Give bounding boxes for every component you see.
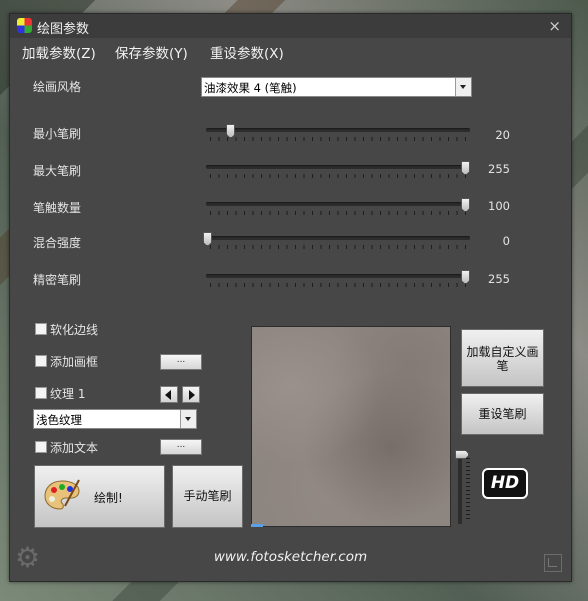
stroke-count-thumb[interactable]	[461, 198, 470, 212]
frame-options-button[interactable]: ...	[160, 354, 202, 370]
load-custom-brush-label: 加载自定义画笔	[466, 345, 539, 373]
slider-ticks	[210, 245, 468, 249]
manual-brush-button[interactable]: 手动笔刷	[172, 465, 243, 528]
style-select-value: 油漆效果 4 (笔触)	[204, 81, 297, 95]
window-title: 绘图参数	[37, 22, 90, 37]
quality-slider[interactable]	[458, 454, 462, 524]
texture-select-value: 浅色纹理	[36, 413, 82, 427]
menu-save-params[interactable]: 保存参数(Y)	[115, 42, 188, 62]
menu-bar: 加载参数(Z) 保存参数(Y) 重设参数(X)	[10, 38, 571, 62]
arrow-left-icon[interactable]	[160, 386, 178, 403]
texture-label: 纹理 1	[50, 387, 86, 401]
slider-ticks	[466, 458, 470, 522]
reset-brush-button[interactable]: 重设笔刷	[461, 393, 544, 435]
slider-ticks	[210, 137, 468, 141]
slider-label: 精密笔刷	[33, 273, 82, 287]
add-frame-label: 添加画框	[50, 355, 99, 369]
load-custom-brush-button[interactable]: 加载自定义画笔	[461, 329, 544, 387]
min-brush-slider[interactable]	[206, 128, 470, 132]
text-options-button[interactable]: ...	[160, 439, 202, 455]
slider-value: 20	[495, 128, 510, 142]
reset-brush-label: 重设笔刷	[478, 407, 527, 421]
slider-ticks	[210, 283, 468, 287]
add-frame-checkbox[interactable]	[35, 355, 47, 367]
blend-strength-slider[interactable]	[206, 236, 470, 240]
slider-value: 255	[488, 272, 510, 286]
slider-label: 最小笔刷	[33, 127, 82, 141]
draw-button-label: 绘制!	[94, 491, 123, 505]
soften-edges-checkbox[interactable]	[35, 323, 47, 335]
max-brush-thumb[interactable]	[461, 161, 470, 175]
slider-ticks	[210, 174, 468, 178]
preview-progress	[251, 524, 263, 527]
hd-badge[interactable]: HD	[482, 468, 528, 499]
palette-icon	[44, 479, 80, 510]
website-link[interactable]: www.fotosketcher.com	[10, 549, 571, 565]
title-bar[interactable]: 绘图参数 ×	[10, 14, 571, 38]
slider-value: 100	[488, 199, 510, 213]
blend-strength-thumb[interactable]	[203, 232, 212, 246]
style-label: 绘画风格	[33, 80, 82, 94]
stroke-count-slider[interactable]	[206, 202, 470, 206]
menu-reset-params[interactable]: 重设参数(X)	[210, 42, 284, 62]
slider-label: 混合强度	[33, 236, 82, 250]
slider-ticks	[210, 211, 468, 215]
draw-button[interactable]: 绘制!	[34, 465, 165, 528]
precision-brush-slider[interactable]	[206, 274, 470, 278]
manual-brush-label: 手动笔刷	[183, 489, 232, 503]
style-select[interactable]: 油漆效果 4 (笔触)	[201, 77, 472, 97]
min-brush-thumb[interactable]	[226, 124, 236, 138]
texture-select[interactable]: 浅色纹理	[33, 409, 197, 429]
close-icon[interactable]: ×	[548, 17, 561, 35]
precision-brush-thumb[interactable]	[461, 270, 470, 284]
add-text-checkbox[interactable]	[35, 441, 47, 453]
slider-value: 255	[488, 162, 510, 176]
drawing-parameters-window: 绘图参数 × 加载参数(Z) 保存参数(Y) 重设参数(X) 绘画风格 油漆效果…	[9, 13, 572, 582]
menu-load-params[interactable]: 加载参数(Z)	[22, 42, 96, 62]
gear-icon[interactable]: ⚙	[15, 544, 40, 572]
dropdown-arrow-icon[interactable]	[455, 78, 471, 96]
slider-label: 笔触数量	[33, 201, 82, 215]
resize-icon[interactable]	[544, 554, 562, 572]
slider-label: 最大笔刷	[33, 164, 82, 178]
max-brush-slider[interactable]	[206, 165, 470, 169]
arrow-right-icon[interactable]	[182, 386, 200, 403]
add-text-label: 添加文本	[50, 441, 99, 455]
app-icon	[17, 18, 32, 33]
dropdown-arrow-icon[interactable]	[180, 410, 196, 428]
soften-edges-label: 软化边线	[50, 323, 99, 337]
texture-checkbox[interactable]	[35, 387, 47, 399]
preview-image	[251, 326, 451, 527]
slider-value: 0	[502, 234, 510, 248]
